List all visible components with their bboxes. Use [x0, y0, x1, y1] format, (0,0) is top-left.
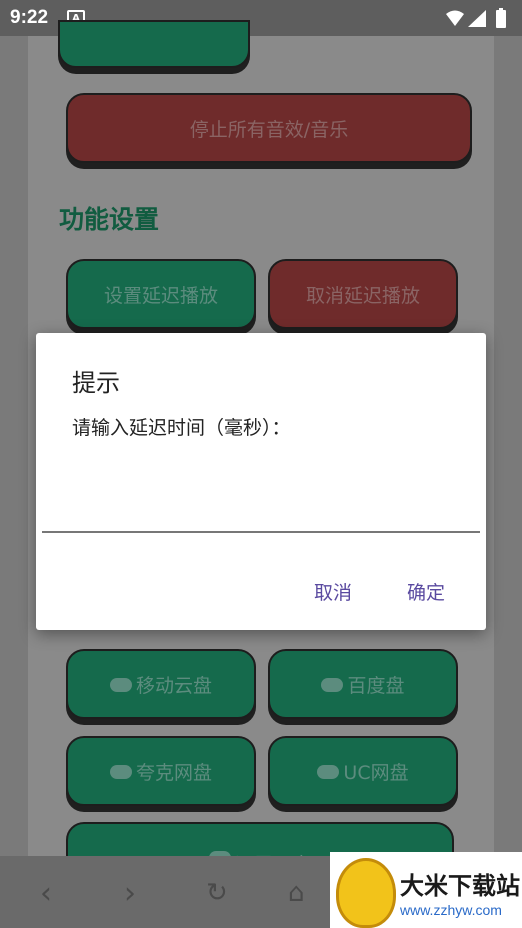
- mobile-cloud-button[interactable]: 移动云盘: [66, 649, 256, 719]
- status-icons: [444, 8, 514, 34]
- uc-pan-button[interactable]: UC网盘: [268, 736, 458, 806]
- egg-mascot-logo: [336, 858, 396, 928]
- cloud-icon: [109, 678, 132, 692]
- refresh-icon[interactable]: ↻: [206, 878, 228, 908]
- stop-all-sounds-button[interactable]: 停止所有音效/音乐: [66, 93, 472, 163]
- ad-site-name: 大米下载站: [400, 872, 520, 900]
- dialog-cancel-button[interactable]: 取消: [308, 577, 358, 606]
- dialog-title: 提示: [72, 369, 120, 397]
- section-title: 功能设置: [59, 205, 160, 234]
- forward-icon[interactable]: ›: [124, 876, 136, 911]
- dialog-message: 请输入延迟时间（毫秒）：: [72, 417, 291, 439]
- baidu-pan-button[interactable]: 百度盘: [268, 649, 458, 719]
- home-icon[interactable]: ⌂: [288, 878, 305, 908]
- dialog-confirm-button[interactable]: 确定: [401, 577, 451, 606]
- quark-pan-label: 夸克网盘: [135, 761, 212, 784]
- uc-pan-label: UC网盘: [343, 761, 409, 784]
- set-delay-button[interactable]: 设置延迟播放: [66, 259, 256, 329]
- status-time: 9:22: [10, 7, 49, 28]
- top-partial-button[interactable]: [58, 20, 250, 68]
- quark-pan-button[interactable]: 夸克网盘: [66, 736, 256, 806]
- cloud-icon: [321, 678, 344, 692]
- ad-site-url: www.zzhyw.com: [400, 902, 502, 918]
- baidu-pan-label: 百度盘: [347, 674, 405, 697]
- back-icon[interactable]: ‹: [40, 876, 52, 911]
- delay-input-dialog: 提示 请输入延迟时间（毫秒）： 取消 确定: [36, 333, 486, 630]
- watermark-ad: 大米下载站 www.zzhyw.com: [330, 852, 522, 928]
- delay-ms-input[interactable]: [42, 531, 480, 533]
- wifi-signal-battery-icon: [446, 8, 506, 28]
- cloud-icon: [109, 765, 132, 779]
- cancel-delay-button[interactable]: 取消延迟播放: [268, 259, 458, 329]
- mobile-cloud-label: 移动云盘: [135, 674, 212, 697]
- cloud-icon: [317, 765, 340, 779]
